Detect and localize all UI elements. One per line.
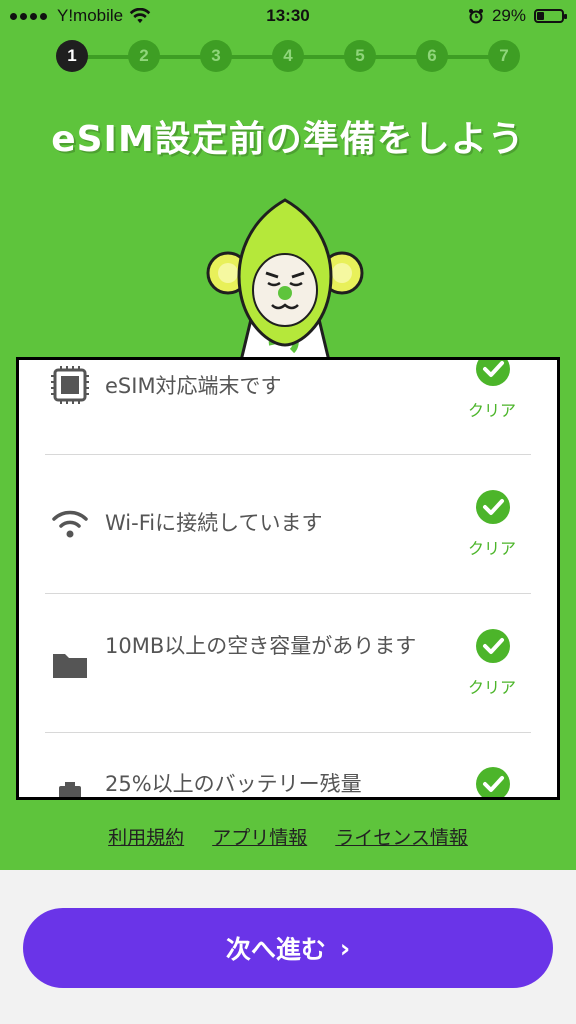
folder-icon <box>53 654 87 678</box>
checklist-item-esim: eSIM対応端末です クリア <box>45 360 531 455</box>
battery-fill <box>537 12 544 20</box>
step-4: 4 <box>272 40 304 72</box>
step-2: 2 <box>128 40 160 72</box>
check-circle-icon <box>476 767 510 797</box>
license-link[interactable]: ライセンス情報 <box>335 827 468 849</box>
app-info-link[interactable]: アプリ情報 <box>212 827 307 849</box>
checklist-label: eSIM対応端末です <box>105 374 282 398</box>
progress-stepper: 1 2 3 4 5 6 7 <box>56 40 520 74</box>
step-6: 6 <box>416 40 448 72</box>
battery-icon <box>534 9 567 23</box>
chip-icon <box>51 366 89 404</box>
page-title: eSIM設定前の準備をしよう <box>51 119 525 160</box>
wifi-icon <box>52 510 88 538</box>
battery-icon <box>59 782 81 797</box>
step-1: 1 <box>56 40 88 72</box>
status-bar: Y!mobile 13:30 29% <box>0 0 576 34</box>
chevron-right-icon: › <box>339 933 351 963</box>
check-circle-icon <box>476 360 510 386</box>
status-clear-label: クリア <box>467 678 516 697</box>
requirements-checklist[interactable]: eSIM対応端末です クリア Wi-Fiに接続しています クリア 10MB以上の… <box>16 357 560 800</box>
status-clear-label: クリア <box>467 539 516 558</box>
mascot-illustration <box>206 198 364 365</box>
check-circle-icon <box>476 629 510 663</box>
terms-link[interactable]: 利用規約 <box>108 827 184 849</box>
step-3: 3 <box>200 40 232 72</box>
checklist-label: 25%以上のバッテリー残量 <box>105 772 362 796</box>
checklist-item-wifi: Wi-Fiに接続しています クリア <box>45 455 531 594</box>
footer-links: 利用規約 アプリ情報 ライセンス情報 <box>0 823 576 850</box>
step-7: 7 <box>488 40 520 72</box>
step-5: 5 <box>344 40 376 72</box>
battery-percent: 29% <box>491 6 526 25</box>
checklist-label: Wi-Fiに接続しています <box>105 511 323 535</box>
status-right: 29% <box>468 6 567 26</box>
next-button[interactable]: 次へ進む › <box>23 908 553 988</box>
status-clear-label: クリア <box>467 401 516 420</box>
checklist-label: 10MB以上の空き容量があります <box>105 634 417 658</box>
alarm-icon <box>468 9 483 24</box>
next-button-label: 次へ進む <box>225 935 326 964</box>
checklist-item-battery: 25%以上のバッテリー残量 <box>45 732 531 797</box>
check-circle-icon <box>476 490 510 524</box>
checklist-item-storage: 10MB以上の空き容量があります クリア <box>45 594 531 733</box>
